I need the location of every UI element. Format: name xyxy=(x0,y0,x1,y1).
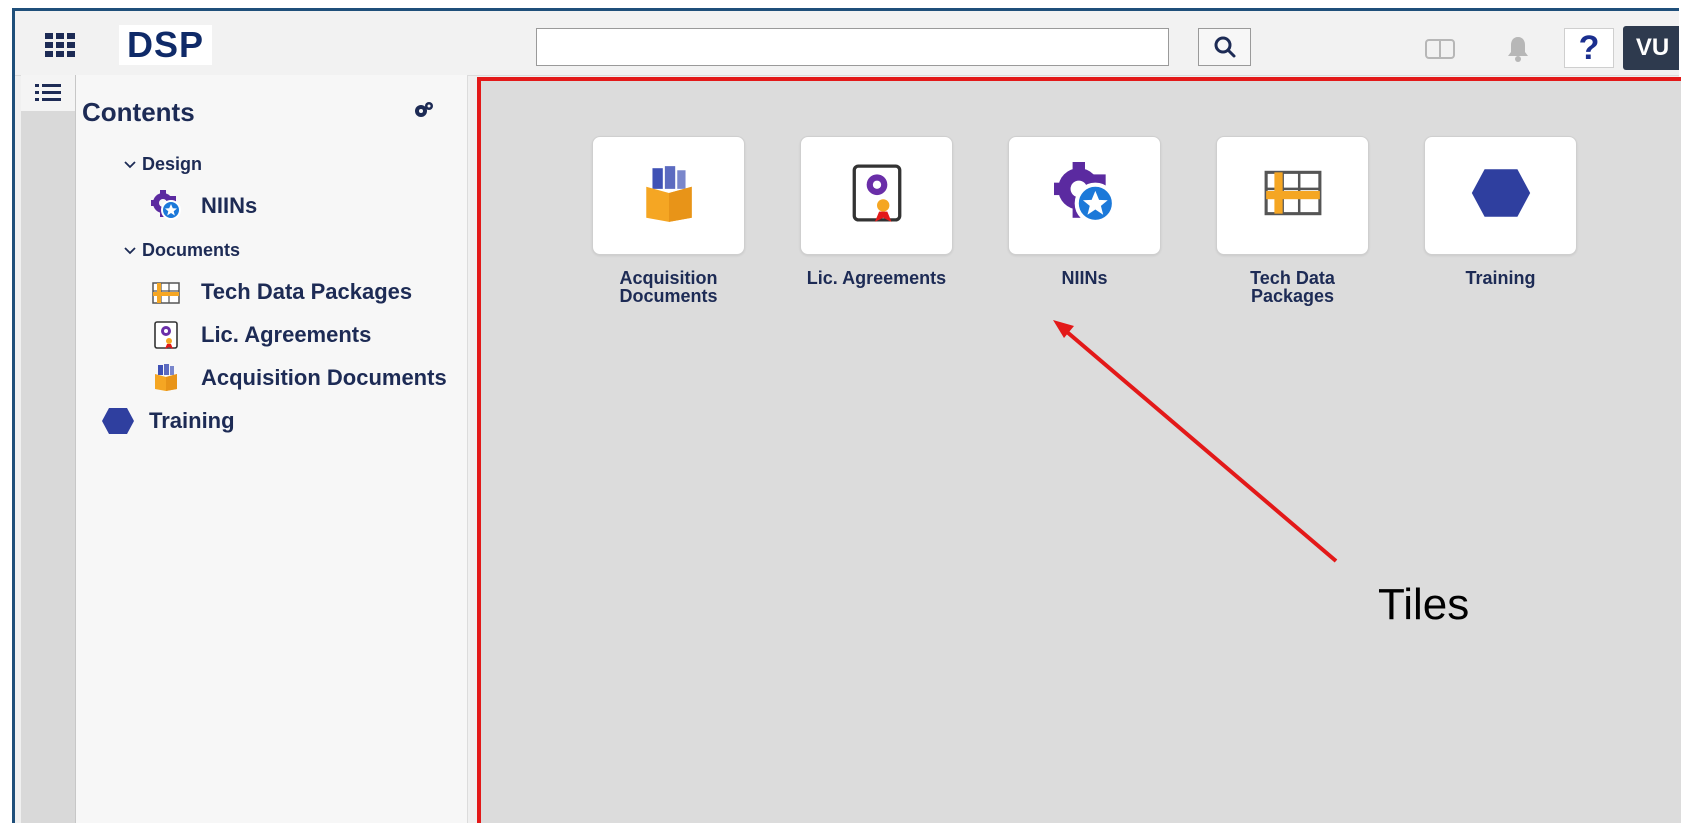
search-input[interactable] xyxy=(536,28,1169,66)
search-icon xyxy=(1214,36,1235,58)
tile-niins[interactable] xyxy=(1008,136,1161,255)
settings-icon[interactable] xyxy=(413,100,435,118)
box-icon xyxy=(155,364,177,391)
hexagon-icon xyxy=(1471,169,1531,217)
tree-item-niins[interactable]: NIINs xyxy=(201,193,257,219)
annotation-label: Tiles xyxy=(1378,580,1470,629)
left-rail xyxy=(21,75,76,823)
blueprint-grid-icon xyxy=(152,282,180,304)
tile-label: Acquisition Documents xyxy=(619,268,718,306)
tree-item-lic-agreements[interactable]: Lic. Agreements xyxy=(201,322,371,348)
split-view-icon[interactable] xyxy=(1425,39,1455,59)
bell-icon[interactable] xyxy=(1505,35,1531,63)
list-icon xyxy=(35,84,61,101)
hexagon-icon xyxy=(102,408,134,434)
tile-label: Tech Data Packages xyxy=(1250,268,1335,306)
contents-sidebar xyxy=(76,75,468,823)
search-button[interactable] xyxy=(1198,28,1251,66)
tree-group-design[interactable]: Design xyxy=(142,154,202,175)
tile-label: Lic. Agreements xyxy=(806,268,947,288)
tile-lic-agreements[interactable] xyxy=(800,136,953,255)
tree-group-documents[interactable]: Documents xyxy=(142,240,240,261)
tree-item-acquisition-documents[interactable]: Acquisition Documents xyxy=(201,365,447,391)
tree-item-tech-data-packages[interactable]: Tech Data Packages xyxy=(201,279,412,305)
blueprint-grid-icon xyxy=(1264,170,1322,216)
tile-tech-data-packages[interactable] xyxy=(1216,136,1369,255)
certificate-icon xyxy=(154,321,178,349)
box-icon xyxy=(646,166,692,222)
apps-grid-icon[interactable] xyxy=(45,33,75,57)
top-bar: DSP ? VU xyxy=(15,11,1679,76)
help-button[interactable]: ? xyxy=(1564,28,1614,68)
avatar[interactable]: VU xyxy=(1623,26,1679,70)
tree-item-training[interactable]: Training xyxy=(149,408,235,434)
certificate-icon xyxy=(852,164,902,222)
gear-star-icon xyxy=(1054,162,1116,224)
logo[interactable]: DSP xyxy=(119,25,212,65)
chevron-down-icon[interactable] xyxy=(123,244,137,258)
chevron-down-icon[interactable] xyxy=(123,158,137,172)
gear-star-icon xyxy=(151,190,181,220)
tile-label: NIINs xyxy=(1061,268,1108,288)
tile-training[interactable] xyxy=(1424,136,1577,255)
sidebar-title: Contents xyxy=(82,97,195,127)
tile-label: Training xyxy=(1465,268,1536,288)
tile-acquisition-documents[interactable] xyxy=(592,136,745,255)
contents-toggle[interactable] xyxy=(21,75,75,111)
